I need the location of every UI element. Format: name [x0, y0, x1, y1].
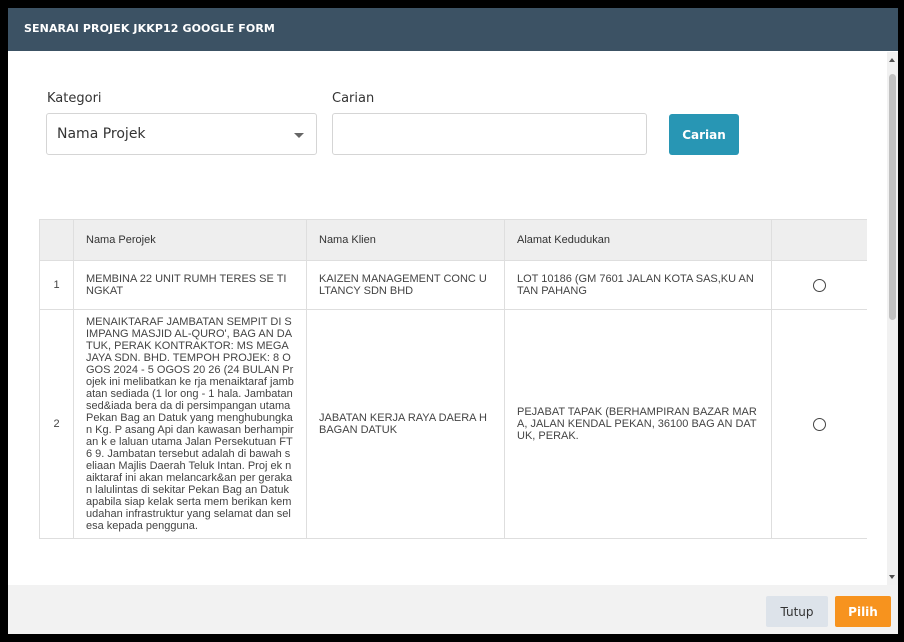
project-list-modal: SENARAI PROJEK JKKP12 GOOGLE FORM Katego… [8, 8, 898, 634]
cell-nama-projek: MEMBINA 22 UNIT RUMH TERES SE TINGKAT [73, 260, 307, 310]
select-radio[interactable] [813, 417, 826, 431]
select-radio[interactable] [813, 278, 826, 292]
table-header-row: Nama Perojek Nama Klien Alamat Kedudukan [39, 219, 867, 261]
table-row[interactable]: 1 MEMBINA 22 UNIT RUMH TERES SE TINGKAT … [39, 260, 867, 310]
carian-input[interactable] [332, 113, 647, 155]
cell-select [771, 260, 867, 310]
kategori-label: Kategori [47, 91, 102, 106]
project-table-container: Nama Perojek Nama Klien Alamat Kedudukan… [39, 219, 867, 585]
header-nama-projek: Nama Perojek [73, 219, 307, 261]
modal-scrollbar[interactable] [887, 52, 898, 585]
table-row[interactable]: 2 MENAIKTARAF JAMBATAN SEMPIT DI SIMPANG… [39, 309, 867, 539]
kategori-selected-value: Nama Projek [57, 126, 146, 142]
caret-down-icon [294, 133, 304, 138]
cell-nama-projek: MENAIKTARAF JAMBATAN SEMPIT DI SIMPANG M… [73, 309, 307, 539]
project-table: Nama Perojek Nama Klien Alamat Kedudukan… [39, 219, 867, 539]
carian-button[interactable]: Carian [669, 114, 739, 155]
kategori-select[interactable]: Nama Projek [46, 113, 317, 155]
modal-header: SENARAI PROJEK JKKP12 GOOGLE FORM [8, 8, 898, 51]
cell-select [771, 309, 867, 539]
scroll-thumb[interactable] [889, 74, 896, 320]
header-nama-klien: Nama Klien [306, 219, 505, 261]
cell-nama-klien: KAIZEN MANAGEMENT CONC ULTANCY SDN BHD [306, 260, 505, 310]
carian-label: Carian [332, 91, 375, 106]
row-number: 1 [39, 260, 74, 310]
tutup-button[interactable]: Tutup [766, 596, 828, 627]
modal-title: SENARAI PROJEK JKKP12 GOOGLE FORM [24, 22, 275, 35]
scroll-up-icon[interactable] [889, 58, 895, 62]
pilih-button[interactable]: Pilih [835, 596, 891, 627]
cell-alamat: PEJABAT TAPAK (BERHAMPIRAN BAZAR MARA, J… [504, 309, 772, 539]
cell-nama-klien: JABATAN KERJA RAYA DAERA H BAGAN DATUK [306, 309, 505, 539]
cell-alamat: LOT 10186 (GM 7601 JALAN KOTA SAS,KU ANT… [504, 260, 772, 310]
scroll-down-icon[interactable] [889, 575, 895, 579]
row-number: 2 [39, 309, 74, 539]
header-alamat: Alamat Kedudukan [504, 219, 772, 261]
modal-footer: Tutup Pilih [8, 585, 898, 634]
header-number [39, 219, 74, 261]
header-select [771, 219, 867, 261]
